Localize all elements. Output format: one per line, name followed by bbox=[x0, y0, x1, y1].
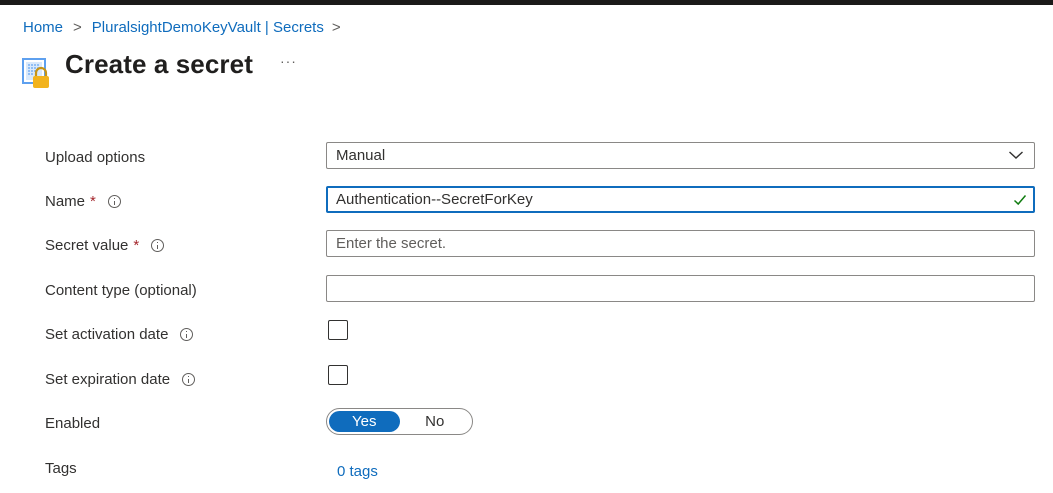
expiration-date-row: Set expiration date bbox=[0, 364, 1053, 394]
name-field[interactable] bbox=[326, 186, 1035, 213]
page-header: Create a secret ··· bbox=[22, 46, 297, 92]
enabled-label: Enabled bbox=[45, 414, 101, 432]
info-icon[interactable] bbox=[180, 327, 194, 341]
activation-date-label: Set activation date bbox=[45, 319, 194, 349]
info-icon[interactable] bbox=[107, 194, 121, 208]
info-icon[interactable] bbox=[151, 238, 165, 252]
secret-value-row: Secret value * bbox=[0, 230, 1053, 260]
enabled-toggle[interactable]: Yes No bbox=[326, 408, 473, 435]
tags-label: Tags bbox=[45, 459, 77, 477]
checkmark-icon bbox=[1013, 193, 1027, 207]
activation-date-checkbox[interactable] bbox=[328, 320, 348, 340]
more-options-button[interactable]: ··· bbox=[280, 54, 297, 68]
breadcrumb-home-link[interactable]: Home bbox=[23, 19, 63, 36]
top-bar bbox=[0, 0, 1053, 5]
upload-options-value: Manual bbox=[336, 147, 386, 164]
breadcrumb-secrets-link[interactable]: PluralsightDemoKeyVault | Secrets bbox=[92, 19, 324, 36]
tags-link[interactable]: 0 tags bbox=[337, 456, 378, 486]
name-label: Name * bbox=[45, 186, 121, 216]
secret-value-field[interactable] bbox=[326, 230, 1035, 257]
content-type-row: Content type (optional) bbox=[0, 275, 1053, 305]
breadcrumb-separator: > bbox=[331, 18, 341, 36]
upload-options-dropdown[interactable]: Manual bbox=[326, 142, 1035, 169]
secret-value-input[interactable] bbox=[336, 235, 996, 252]
expiration-date-label: Set expiration date bbox=[45, 364, 196, 394]
name-row: Name * bbox=[0, 186, 1053, 216]
name-input[interactable] bbox=[336, 191, 996, 208]
enabled-no-option[interactable]: No bbox=[400, 411, 471, 432]
content-type-field[interactable] bbox=[326, 275, 1035, 302]
chevron-down-icon bbox=[1008, 147, 1024, 163]
tags-row: Tags 0 tags bbox=[0, 453, 1053, 483]
content-type-label: Content type (optional) bbox=[45, 281, 197, 299]
secret-value-label: Secret value * bbox=[45, 230, 165, 260]
upload-options-row: Upload options Manual bbox=[0, 142, 1053, 172]
page-title: Create a secret bbox=[65, 49, 253, 79]
activation-date-row: Set activation date bbox=[0, 319, 1053, 349]
key-vault-secret-icon bbox=[22, 56, 54, 98]
required-marker: * bbox=[133, 236, 140, 254]
info-icon[interactable] bbox=[182, 372, 196, 386]
upload-options-label: Upload options bbox=[45, 148, 146, 166]
content-type-input[interactable] bbox=[336, 280, 996, 297]
enabled-yes-option[interactable]: Yes bbox=[329, 411, 400, 432]
enabled-row: Enabled Yes No bbox=[0, 408, 1053, 438]
expiration-date-checkbox[interactable] bbox=[328, 365, 348, 385]
breadcrumb: Home > PluralsightDemoKeyVault | Secrets… bbox=[23, 17, 351, 37]
required-marker: * bbox=[90, 192, 96, 210]
breadcrumb-separator: > bbox=[73, 18, 82, 36]
